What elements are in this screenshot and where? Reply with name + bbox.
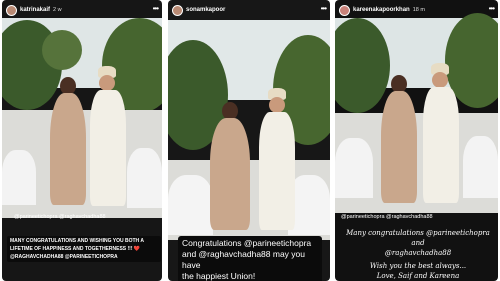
story-caption: Congratulations @parineetichopra and @ra… <box>178 236 322 281</box>
story-caption: MANY CONGRATULATIONS AND WISHING YOU BOT… <box>7 236 161 262</box>
timestamp: 18 m <box>412 7 425 13</box>
mention-tags[interactable]: @parineetichopra @raghavchadha88 <box>341 214 433 220</box>
avatar[interactable] <box>172 4 183 16</box>
avatar[interactable] <box>6 4 17 16</box>
timestamp: 2 w <box>53 7 62 13</box>
more-options-icon[interactable]: ••• <box>489 4 495 13</box>
username[interactable]: sonamkapoor <box>186 7 225 13</box>
story-card-kareenakapoorkhan[interactable]: kareenakapoorkhan 18 m ••• @parineeticho… <box>335 0 498 281</box>
story-card-katrinakaif[interactable]: katrinakaif 2 w ••• @parineetichopra @ra… <box>2 0 162 281</box>
story-card-sonamkapoor[interactable]: sonamkapoor ••• Congratulations @parinee… <box>168 0 330 281</box>
more-options-icon[interactable]: ••• <box>153 4 159 13</box>
username[interactable]: kareenakapoorkhan <box>353 7 410 13</box>
more-options-icon[interactable]: ••• <box>321 4 327 13</box>
wedding-photo <box>335 13 498 213</box>
mention-tags[interactable]: @parineetichopra @raghavchadha88 <box>14 214 106 220</box>
story-caption: Many congratulations @parineetichopra an… <box>346 229 490 280</box>
avatar[interactable] <box>339 4 350 16</box>
username[interactable]: katrinakaif <box>20 7 50 13</box>
